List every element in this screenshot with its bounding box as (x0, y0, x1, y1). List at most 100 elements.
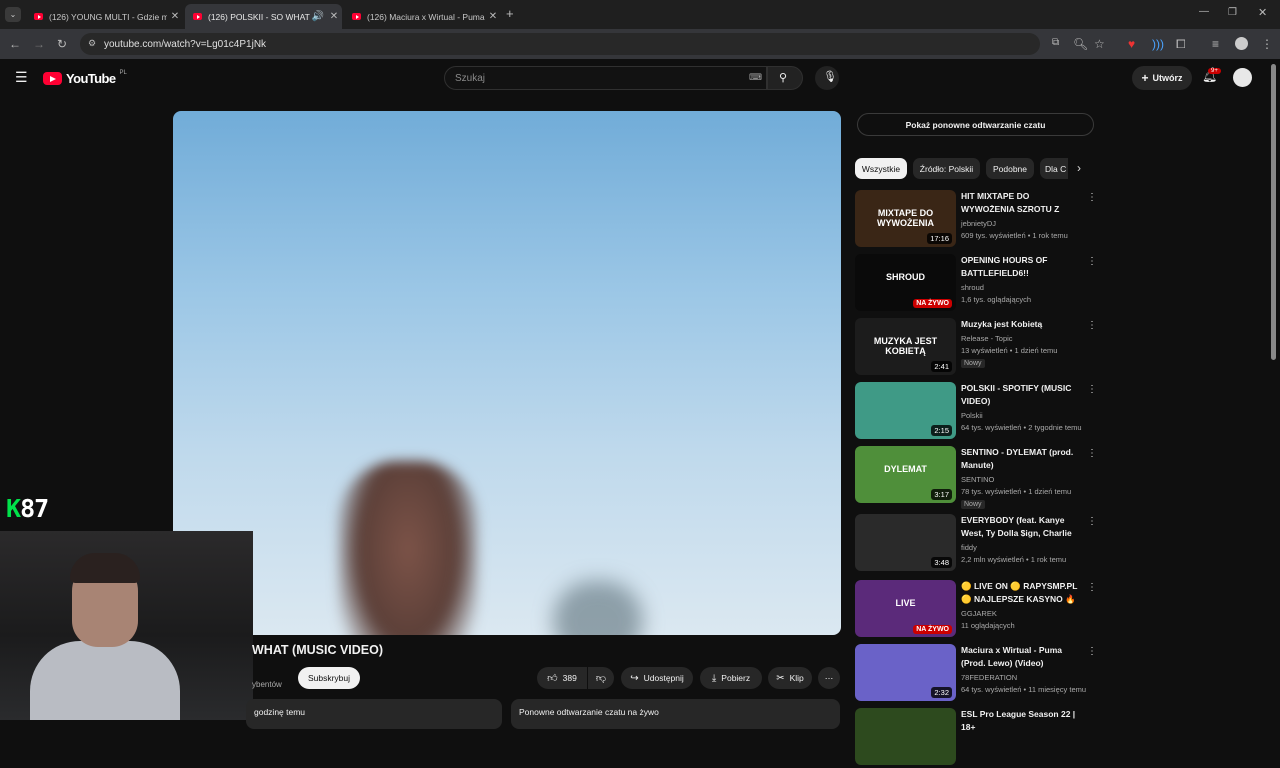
recommended-video[interactable]: 3:48 EVERYBODY (feat. Kanye West, Ty Doll… (855, 514, 1097, 574)
channel-name[interactable]: GGJAREK (961, 609, 997, 618)
chip-all[interactable]: Wszystkie (855, 158, 907, 179)
back-icon[interactable]: ← (9, 38, 21, 50)
recommended-video[interactable]: SHROUD NA ŻYWO OPENING HOURS OF BATTLEFIEL… (855, 254, 1097, 314)
chip-source-polskii[interactable]: Źródło: Polskii (913, 158, 980, 179)
channel-name[interactable]: fiddy (961, 543, 977, 552)
close-window-icon[interactable]: ✕ (1258, 6, 1267, 19)
profile-avatar[interactable] (1235, 37, 1248, 50)
search-input[interactable]: Szukaj ⌨ (444, 66, 767, 90)
download-button[interactable]: ⤓ Pobierz (700, 667, 762, 689)
voice-search-button[interactable]: 🎙︎ (815, 66, 839, 90)
more-options-icon[interactable]: ⋮ (1087, 320, 1097, 331)
browser-tab-polskii[interactable]: (126) POLSKII - SO WHAT ( 🔊 ✕ (185, 4, 342, 29)
recommended-video[interactable]: 2:15 POLSKII - SPOTIFY (MUSIC VIDEO) Polsk… (855, 382, 1097, 442)
video-thumbnail[interactable]: 2:32 (855, 644, 956, 701)
recommended-video-title: 🟡 LIVE ON 🟡 RAPYSMP.PL 🟡 NAJLEPSZE KASYN… (961, 581, 1078, 604)
media-controls-icon[interactable]: ≡ (1212, 38, 1219, 50)
thumbnail-text: LIVE (895, 598, 916, 608)
channel-name[interactable]: 78FEDERATION (961, 673, 1017, 682)
dislike-button[interactable]: 👎︎ (588, 667, 614, 689)
video-player[interactable] (173, 111, 841, 635)
browser-tab-maciura[interactable]: (126) Maciura x Wirtual - Puma ✕ (344, 4, 501, 29)
close-tab-icon[interactable]: ✕ (167, 11, 183, 22)
subscribe-button[interactable]: Subskrybuj (298, 667, 360, 689)
thumbs-up-icon: 👍︎ (547, 673, 558, 684)
streamer-overlay-tag: K87 (6, 494, 49, 523)
like-button[interactable]: 👍︎ 389 (537, 667, 587, 689)
recommended-video[interactable]: MUZYKA JEST KOBIETĄ 2:41 Muzyka jest Kobie… (855, 318, 1097, 378)
clip-button[interactable]: ✂ Klip (768, 667, 812, 689)
site-info-icon[interactable]: ⚙ (88, 38, 96, 49)
reload-icon[interactable]: ↻ (57, 38, 67, 50)
video-thumbnail[interactable]: MIXTAPE DO WYWOŻENIA 17:16 (855, 190, 956, 247)
more-options-icon[interactable]: ⋮ (1087, 516, 1097, 527)
more-options-icon[interactable]: ⋮ (1087, 582, 1097, 593)
more-options-icon[interactable]: ⋮ (1087, 256, 1097, 267)
search-icon: ⚲ (779, 72, 788, 84)
chips-next-icon[interactable]: › (1077, 161, 1081, 175)
chip-for-you[interactable]: Dla C (1040, 158, 1068, 179)
video-thumbnail[interactable]: SHROUD NA ŻYWO (855, 254, 956, 311)
show-chat-replay-button[interactable]: Pokaż ponowne odtwarzanie czatu (857, 113, 1094, 136)
keyboard-icon[interactable]: ⌨ (749, 72, 762, 83)
address-bar[interactable]: ⚙ youtube.com/watch?v=Lg01c4P1jNk ⧉ (80, 33, 1059, 55)
video-duration: 2:41 (931, 361, 952, 372)
video-thumbnail[interactable] (855, 708, 956, 765)
chip-related[interactable]: Podobne (986, 158, 1034, 179)
video-thumbnail[interactable]: DYLEMAT 3:17 (855, 446, 956, 503)
chat-replay-panel[interactable]: Ponowne odtwarzanie czatu na żywo (511, 699, 840, 729)
video-thumbnail[interactable]: 2:15 (855, 382, 956, 439)
extensions-puzzle-icon[interactable]: ⧠ (1176, 38, 1186, 50)
more-options-icon[interactable]: ⋮ (1087, 448, 1097, 459)
video-thumbnail[interactable]: LIVE NA ŻYWO (855, 580, 956, 637)
new-tab-icon[interactable]: + (506, 6, 514, 21)
bookmark-star-icon[interactable]: ☆ (1094, 38, 1105, 50)
thumbnail-text: DYLEMAT (884, 464, 927, 474)
recommended-video[interactable]: ESL Pro League Season 22 | 18+ (855, 708, 1095, 768)
extension-red-icon[interactable]: ♥ (1128, 38, 1135, 50)
youtube-favicon-icon (34, 13, 43, 20)
notification-count-badge: 9+ (1208, 68, 1221, 74)
youtube-logo[interactable]: YouTube PL (43, 70, 127, 86)
channel-name[interactable]: Release - Topic (961, 334, 1013, 343)
video-thumbnail[interactable]: MUZYKA JEST KOBIETĄ 2:41 (855, 318, 956, 375)
description-box[interactable]: godzinę temu (246, 699, 502, 729)
channel-name[interactable]: jebnietyDJ (961, 219, 996, 228)
forward-icon[interactable]: → (33, 38, 45, 50)
recommended-video-title: OPENING HOURS OF BATTLEFIELD6!! (961, 255, 1048, 278)
recommended-video[interactable]: 2:32 Maciura x Wirtual - Puma (Prod. Lewo… (855, 644, 1097, 704)
speaker-icon[interactable]: 🔊 (310, 11, 326, 22)
browser-tab-bar: ⌄ (126) YOUNG MULTI - Gdzie m ✕ (126) PO… (0, 0, 1280, 29)
extension-blue-icon[interactable]: ))) (1152, 38, 1164, 50)
close-tab-icon[interactable]: ✕ (485, 11, 501, 22)
zoom-icon[interactable]: 🔍︎ (1073, 38, 1088, 50)
more-options-icon[interactable]: ⋮ (1087, 192, 1097, 203)
create-button[interactable]: + Utwórz (1132, 66, 1192, 90)
browser-tab-young-multi[interactable]: (126) YOUNG MULTI - Gdzie m ✕ (26, 4, 183, 29)
recommended-video-title: ESL Pro League Season 22 | 18+ (961, 709, 1076, 732)
more-options-icon[interactable]: ⋮ (1087, 646, 1097, 657)
subscriber-count: ybentów (252, 680, 282, 689)
tab-search-icon[interactable]: ⌄ (5, 7, 21, 22)
share-button[interactable]: ↪ Udostępnij (621, 667, 693, 689)
install-app-icon[interactable]: ⧉ (1052, 37, 1059, 48)
more-options-icon[interactable]: ⋮ (1087, 384, 1097, 395)
recommended-video[interactable]: MIXTAPE DO WYWOŻENIA 17:16 HIT MIXTAPE DO … (855, 190, 1097, 250)
account-avatar[interactable] (1233, 68, 1252, 87)
search-button[interactable]: ⚲ (767, 66, 803, 90)
video-meta: 13 wyświetleń • 1 dzień temu (961, 346, 1058, 355)
recommended-video[interactable]: DYLEMAT 3:17 SENTINO - DYLEMAT (prod. Manu… (855, 446, 1097, 509)
channel-name[interactable]: SENTINO (961, 475, 994, 484)
video-thumbnail[interactable]: 3:48 (855, 514, 956, 571)
close-tab-icon[interactable]: ✕ (326, 11, 342, 22)
youtube-favicon-icon (193, 13, 202, 20)
channel-name[interactable]: Polskii (961, 411, 983, 420)
scrollbar[interactable] (1271, 64, 1276, 360)
browser-menu-icon[interactable]: ⋮ (1261, 38, 1273, 50)
recommended-video[interactable]: LIVE NA ŻYWO 🟡 LIVE ON 🟡 RAPYSMP.PL 🟡 NAJL… (855, 580, 1097, 640)
restore-icon[interactable]: ❐ (1228, 7, 1237, 18)
minimize-icon[interactable]: — (1199, 6, 1209, 17)
more-actions-button[interactable]: ⋯ (818, 667, 840, 689)
channel-name[interactable]: shroud (961, 283, 984, 292)
hamburger-menu-icon[interactable]: ☰ (15, 69, 28, 86)
